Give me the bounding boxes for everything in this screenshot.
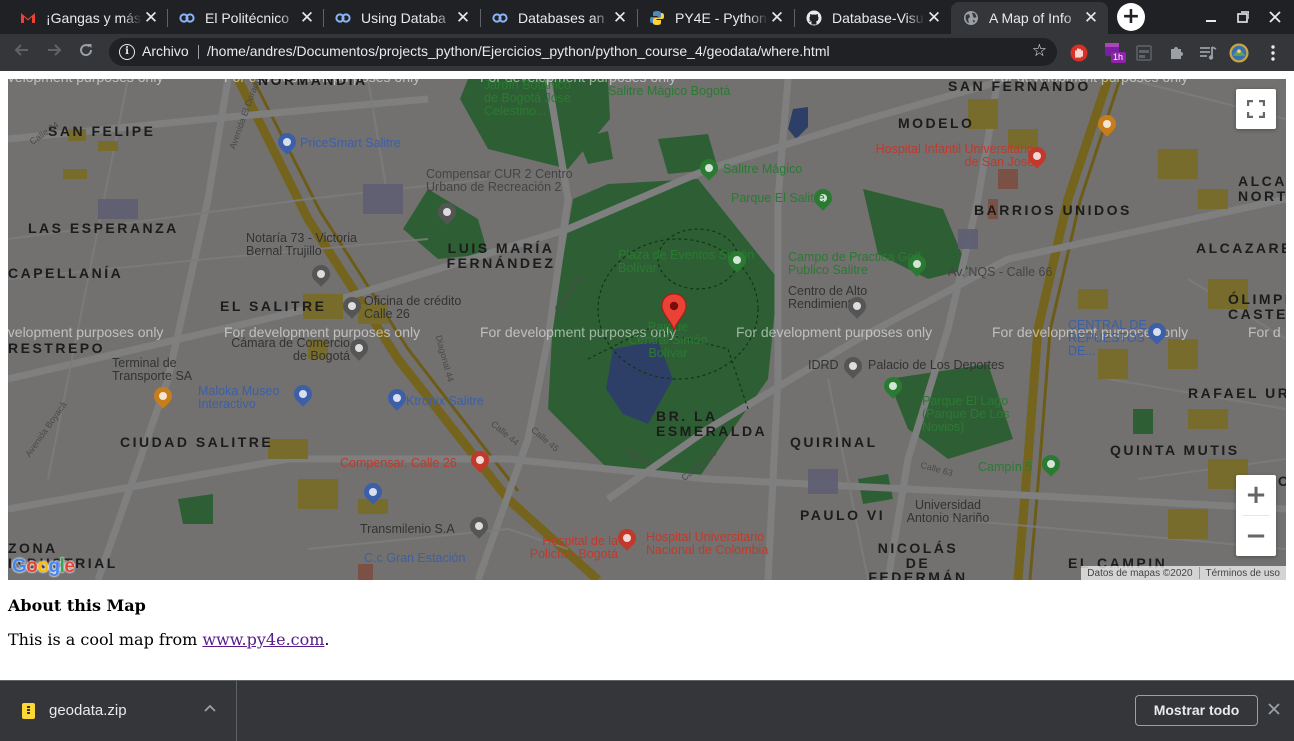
map-attribution: Datos de mapas ©2020 Términos de uso bbox=[1081, 566, 1286, 580]
tab-database-visualization[interactable]: Database-Visu ✕ bbox=[794, 2, 951, 34]
close-icon[interactable]: ✕ bbox=[298, 9, 316, 27]
about-text: This is a cool map from www.py4e.com. bbox=[8, 630, 330, 649]
fullscreen-icon bbox=[1247, 100, 1265, 118]
coursera-icon bbox=[179, 10, 195, 26]
puzzle-extensions-icon[interactable] bbox=[1166, 43, 1186, 63]
bookmark-star-icon[interactable]: ☆ bbox=[1032, 41, 1047, 61]
close-icon[interactable]: ✕ bbox=[1082, 9, 1100, 27]
tab-gmail[interactable]: ¡Gangas y más ✕ bbox=[8, 2, 168, 34]
close-window-button[interactable] bbox=[1264, 6, 1286, 28]
tab-using-databases[interactable]: Using Databa ✕ bbox=[323, 2, 480, 34]
zip-file-icon bbox=[22, 703, 35, 719]
new-tab-button[interactable]: + bbox=[1117, 3, 1145, 31]
url-text[interactable]: /home/andres/Documentos/projects_python/… bbox=[207, 43, 830, 59]
close-shelf-icon[interactable] bbox=[1268, 699, 1280, 720]
forward-button[interactable] bbox=[42, 41, 66, 65]
about-heading: About this Map bbox=[8, 596, 146, 615]
coursera-icon bbox=[492, 10, 508, 26]
fullscreen-button[interactable] bbox=[1236, 89, 1276, 129]
extension-grid-icon[interactable] bbox=[1134, 43, 1154, 63]
restore-button[interactable] bbox=[1232, 6, 1254, 28]
minimize-button[interactable] bbox=[1200, 6, 1222, 28]
tab-databases[interactable]: Databases an ✕ bbox=[480, 2, 637, 34]
close-icon[interactable]: ✕ bbox=[142, 9, 160, 27]
download-item[interactable]: geodata.zip bbox=[0, 681, 237, 741]
close-icon[interactable]: ✕ bbox=[768, 9, 786, 27]
security-label: Archivo bbox=[142, 43, 189, 59]
map-data-credit[interactable]: Datos de mapas ©2020 bbox=[1081, 568, 1198, 579]
tab-py4e[interactable]: PY4E - Python ✕ bbox=[637, 2, 794, 34]
close-icon[interactable]: ✕ bbox=[925, 9, 943, 27]
gmail-icon bbox=[20, 10, 36, 26]
reload-button[interactable] bbox=[74, 41, 98, 65]
map-base bbox=[8, 79, 1286, 580]
download-shelf: geodata.zip Mostrar todo bbox=[0, 680, 1294, 741]
stop-hand-extension-icon[interactable] bbox=[1069, 43, 1089, 63]
browser-toolbar: i Archivo /home/andres/Documentos/projec… bbox=[0, 34, 1294, 71]
page-content: evelopment purposes only For development… bbox=[0, 71, 1294, 680]
download-filename: geodata.zip bbox=[49, 702, 127, 719]
media-control-icon[interactable] bbox=[1198, 43, 1218, 63]
zoom-out-button[interactable]: − bbox=[1236, 516, 1276, 556]
show-all-button[interactable]: Mostrar todo bbox=[1135, 695, 1258, 726]
menu-kebab-icon[interactable] bbox=[1263, 43, 1283, 63]
github-icon bbox=[806, 10, 822, 26]
coursera-icon bbox=[335, 10, 351, 26]
google-map[interactable]: evelopment purposes only For development… bbox=[8, 79, 1286, 580]
terms-link[interactable]: Términos de uso bbox=[1200, 568, 1286, 579]
google-logo: Google bbox=[12, 556, 75, 577]
tab-strip: ¡Gangas y más ✕ El Politécnico ✕ Using D… bbox=[0, 0, 1294, 34]
chevron-up-icon[interactable] bbox=[204, 701, 216, 716]
address-bar[interactable]: i Archivo /home/andres/Documentos/projec… bbox=[109, 38, 1057, 66]
zoom-control: + − bbox=[1236, 475, 1276, 556]
globe-icon bbox=[963, 10, 979, 26]
py4e-link[interactable]: www.py4e.com bbox=[202, 630, 324, 649]
info-icon[interactable]: i bbox=[119, 44, 135, 60]
location-marker[interactable] bbox=[661, 293, 687, 333]
back-button[interactable] bbox=[10, 41, 34, 65]
zoom-in-button[interactable]: + bbox=[1236, 475, 1276, 515]
tab-map-of-information[interactable]: A Map of Info ✕ bbox=[951, 2, 1108, 34]
tab-politecnico[interactable]: El Politécnico ✕ bbox=[167, 2, 324, 34]
profile-avatar[interactable] bbox=[1229, 43, 1249, 63]
close-icon[interactable]: ✕ bbox=[454, 9, 472, 27]
timer-extension-icon[interactable]: 1h bbox=[1103, 43, 1127, 63]
close-icon[interactable]: ✕ bbox=[611, 9, 629, 27]
python-icon bbox=[649, 10, 665, 26]
